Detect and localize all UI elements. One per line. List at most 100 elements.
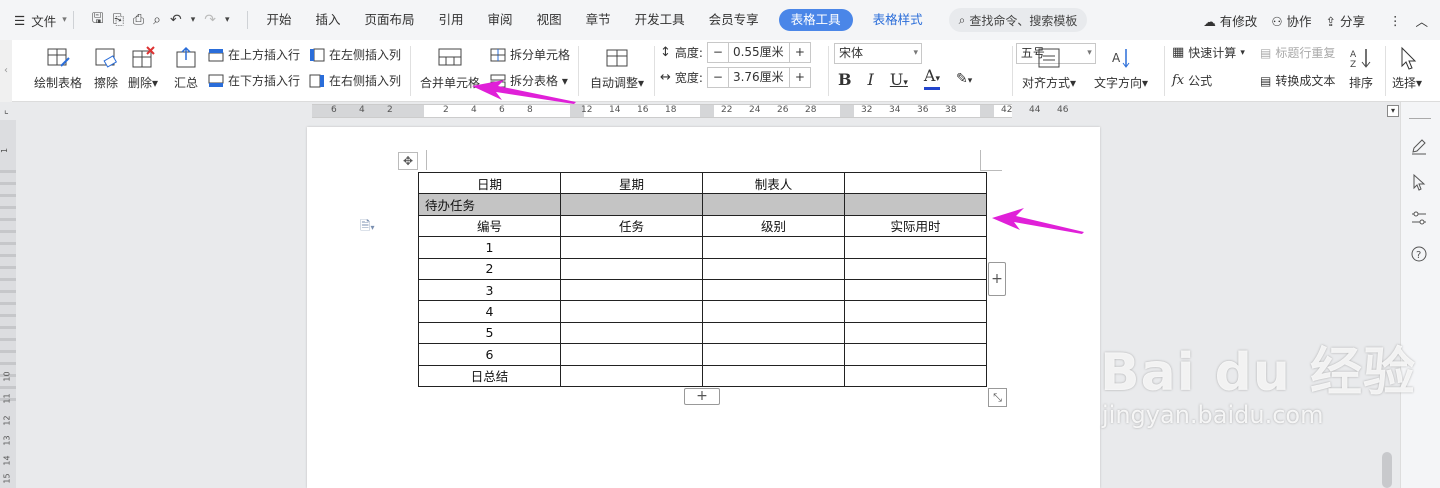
height-decrement-button[interactable]: − <box>706 42 729 63</box>
tab-review[interactable]: 审阅 <box>476 0 525 40</box>
table-cell[interactable] <box>844 321 987 345</box>
split-cells-button[interactable]: 拆分单元格 <box>490 46 570 63</box>
erase-button[interactable]: 擦除 <box>93 46 119 91</box>
tab-home[interactable]: 开始 <box>254 0 303 40</box>
table-cell[interactable]: 6 <box>418 343 561 366</box>
panel-toggle-icon[interactable]: ▾ <box>1387 105 1399 117</box>
width-increment-button[interactable]: + <box>788 67 811 88</box>
table-cell[interactable] <box>702 257 845 280</box>
print-icon[interactable]: ⎙ <box>133 12 144 28</box>
table-cell[interactable]: 日期 <box>418 171 561 195</box>
sort-button[interactable]: AZ 排序 <box>1348 46 1374 91</box>
table-cell[interactable] <box>844 171 987 195</box>
redo-icon[interactable]: ↷ <box>204 12 216 28</box>
table-cell[interactable] <box>844 278 987 302</box>
share-button[interactable]: ⇪ 分享 <box>1326 11 1365 30</box>
ruler-col-marker[interactable] <box>412 105 424 117</box>
ribbon-scroll-left-icon[interactable]: ‹ <box>0 40 12 102</box>
document-outline-icon[interactable]: 🗎▾ <box>360 217 374 239</box>
add-column-button[interactable]: + <box>988 262 1006 296</box>
insert-left-button[interactable]: 在左侧插入列 <box>309 46 401 63</box>
table-cell[interactable] <box>702 278 845 302</box>
table-cell[interactable] <box>560 257 703 280</box>
table-cell[interactable]: 待办任务 <box>418 193 561 216</box>
tab-developer[interactable]: 开发工具 <box>623 0 697 40</box>
formula-button[interactable]: fx 公式 <box>1172 72 1212 89</box>
font-name-select[interactable]: 宋体 <box>834 43 922 64</box>
table-cell[interactable] <box>844 193 987 216</box>
delete-button[interactable]: 删除▾ <box>128 46 158 91</box>
height-input[interactable]: 0.55厘米 <box>727 42 790 63</box>
table-cell[interactable] <box>560 236 703 259</box>
height-increment-button[interactable]: + <box>788 42 811 63</box>
width-input[interactable]: 3.76厘米 <box>727 67 790 88</box>
align-button[interactable]: 对齐方式▾ <box>1022 46 1076 91</box>
schedule-table[interactable]: 日期 星期 制表人 待办任务 编号 任务 级别 实际用时 1 2 3 4 5 6… <box>418 171 987 387</box>
tab-table-tools[interactable]: 表格工具 <box>778 9 853 31</box>
auto-fit-button[interactable]: 自动调整▾ <box>590 46 644 91</box>
table-cell[interactable] <box>702 321 845 345</box>
pen-edit-icon[interactable] <box>1409 136 1429 156</box>
table-cell[interactable] <box>844 236 987 259</box>
table-cell[interactable] <box>702 343 845 366</box>
table-cell[interactable] <box>702 364 845 387</box>
print-preview-icon[interactable]: ⌕ <box>153 12 161 28</box>
table-cell[interactable]: 2 <box>418 257 561 280</box>
file-menu[interactable]: ☰ 文件 ▾ <box>0 11 67 30</box>
draw-table-button[interactable]: 绘制表格 <box>34 46 82 91</box>
table-cell[interactable]: 制表人 <box>702 171 845 195</box>
table-cell[interactable]: 1 <box>418 236 561 259</box>
font-color-button[interactable]: A▾ <box>923 68 940 90</box>
collapse-ribbon-icon[interactable]: ︿ <box>1415 11 1428 30</box>
tab-stop-selector[interactable]: ⌞ <box>4 105 9 116</box>
table-cell[interactable] <box>844 300 987 323</box>
summary-button[interactable]: 汇总 <box>173 46 199 91</box>
table-cell[interactable]: 实际用时 <box>844 214 987 238</box>
table-resize-handle[interactable]: ⤡ <box>988 388 1007 407</box>
quick-calc-button[interactable]: ▦ 快速计算 ▾ <box>1172 44 1245 61</box>
table-move-handle[interactable]: ✥ <box>398 152 418 170</box>
table-cell[interactable] <box>560 300 703 323</box>
convert-to-text-button[interactable]: ▤ 转换成文本 <box>1260 72 1335 89</box>
undo-dropdown-icon[interactable]: ▾ <box>191 15 196 25</box>
table-cell[interactable]: 星期 <box>560 171 703 195</box>
save-icon[interactable]: 🖫 <box>92 8 104 32</box>
width-decrement-button[interactable]: − <box>706 67 729 88</box>
table-cell[interactable] <box>560 343 703 366</box>
pointer-icon[interactable] <box>1409 172 1429 192</box>
ruler-col-marker[interactable] <box>980 105 994 117</box>
table-cell[interactable] <box>702 300 845 323</box>
more-icon[interactable]: ⋮ <box>1389 13 1402 28</box>
table-cell[interactable]: 级别 <box>702 214 845 238</box>
settings-sliders-icon[interactable] <box>1409 208 1429 228</box>
vertical-scrollbar-thumb[interactable] <box>1382 452 1392 488</box>
tab-view[interactable]: 视图 <box>525 0 574 40</box>
command-search[interactable]: ⌕ 查找命令、搜索模板 <box>948 8 1088 32</box>
table-cell[interactable]: 3 <box>418 278 561 302</box>
tab-page-layout[interactable]: 页面布局 <box>353 0 427 40</box>
ruler-col-marker[interactable] <box>840 105 854 117</box>
table-cell[interactable]: 任务 <box>560 214 703 238</box>
help-icon[interactable]: ? <box>1409 244 1429 264</box>
italic-button[interactable]: I <box>868 70 874 89</box>
horizontal-ruler[interactable]: 6 4 2 2 4 6 8 12 14 16 18 22 24 26 28 32… <box>312 104 1012 118</box>
repeat-header-button[interactable]: ▤ 标题行重复 <box>1260 44 1335 61</box>
insert-right-button[interactable]: 在右侧插入列 <box>309 72 401 89</box>
table-cell[interactable]: 编号 <box>418 214 561 238</box>
table-cell[interactable] <box>844 257 987 280</box>
table-cell[interactable] <box>844 364 987 387</box>
undo-icon[interactable]: ↶ <box>170 12 182 28</box>
tab-table-style[interactable]: 表格样式 <box>861 0 935 40</box>
table-cell[interactable] <box>560 364 703 387</box>
tab-chapter[interactable]: 章节 <box>574 0 623 40</box>
add-row-button[interactable]: + <box>684 388 720 405</box>
customize-dropdown-icon[interactable]: ▾ <box>225 15 230 25</box>
table-cell[interactable] <box>702 236 845 259</box>
table-cell[interactable]: 日总结 <box>418 364 561 387</box>
table-cell[interactable] <box>560 278 703 302</box>
vertical-ruler[interactable]: 1 10 11 12 13 14 15 <box>0 120 16 488</box>
table-cell[interactable] <box>560 193 703 216</box>
tab-insert[interactable]: 插入 <box>304 0 353 40</box>
table-cell[interactable] <box>844 343 987 366</box>
tab-references[interactable]: 引用 <box>427 0 476 40</box>
